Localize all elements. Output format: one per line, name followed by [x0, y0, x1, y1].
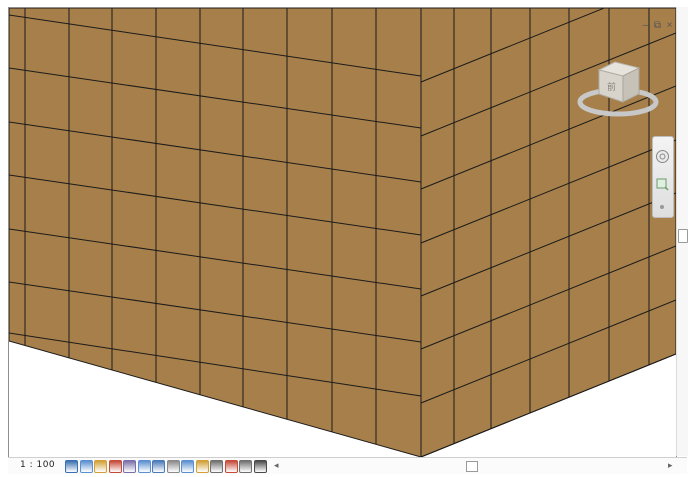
viewcube-face-label: 前	[607, 81, 616, 93]
horizontal-scroll-thumb[interactable]	[466, 461, 478, 472]
scroll-right-arrow-icon[interactable]: ▸	[668, 460, 673, 471]
vertical-scrollbar[interactable]	[676, 7, 688, 456]
analysis-display-icon[interactable]	[210, 460, 223, 473]
steering-wheel-icon[interactable]	[655, 149, 670, 164]
detail-level-icon[interactable]	[65, 460, 78, 473]
restore-icon[interactable]: ⧉	[652, 20, 663, 31]
zoom-icon[interactable]	[655, 177, 670, 192]
left-wall-face[interactable]	[9, 8, 422, 457]
highlight-displacement-icon[interactable]	[224, 460, 238, 473]
constraints-icon[interactable]	[253, 460, 267, 473]
rendering-icon[interactable]	[123, 460, 136, 473]
vertical-scroll-thumb[interactable]	[678, 229, 688, 243]
temporary-hide-icon[interactable]	[181, 460, 194, 473]
navigation-bar	[652, 136, 674, 218]
scroll-left-arrow-icon[interactable]: ◂	[274, 460, 279, 471]
crop-view-icon[interactable]	[137, 460, 151, 473]
viewcube[interactable]: 前	[577, 58, 659, 122]
shadows-icon[interactable]	[108, 460, 122, 473]
navbar-options-icon[interactable]	[660, 205, 664, 209]
sun-path-icon[interactable]	[94, 460, 107, 473]
reveal-hidden-icon[interactable]	[195, 460, 209, 473]
minimize-icon[interactable]: –	[640, 20, 651, 31]
view-scale[interactable]: 1 : 100	[20, 460, 55, 470]
view-control-bar: 1 : 100 ◂ ▸	[8, 457, 687, 474]
wall-corner-3d-model[interactable]	[9, 8, 676, 457]
visual-style-icon[interactable]	[79, 460, 93, 473]
hide-analytical-icon[interactable]	[239, 460, 252, 473]
close-icon[interactable]: ×	[664, 20, 675, 31]
unlock-3d-icon[interactable]	[166, 460, 180, 473]
show-crop-icon[interactable]	[152, 460, 165, 473]
